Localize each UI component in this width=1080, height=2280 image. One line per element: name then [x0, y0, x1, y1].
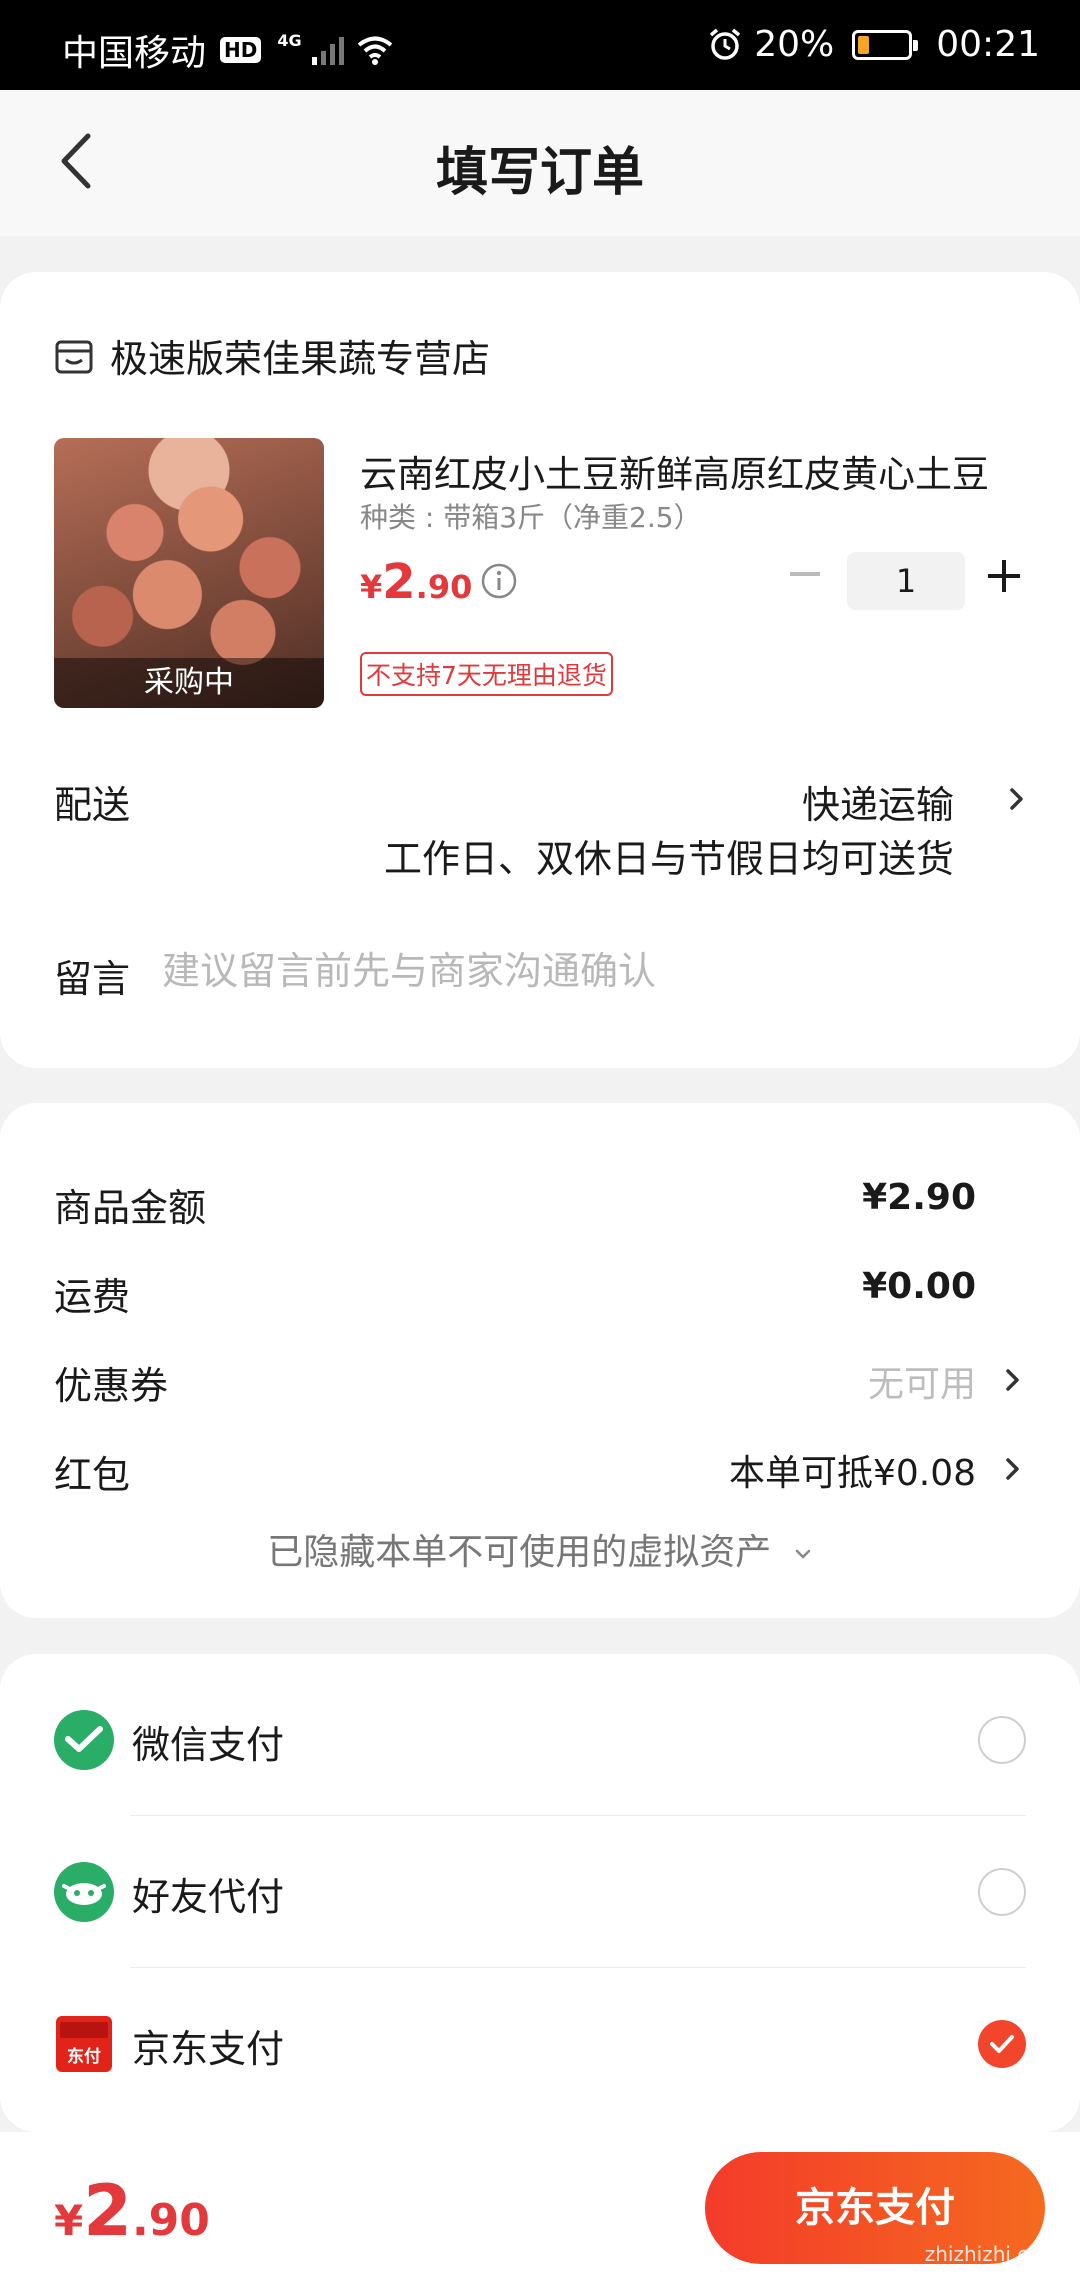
payment-label-wechat: 微信支付: [132, 1722, 285, 1767]
nav-bar: 填写订单: [0, 90, 1080, 236]
shipping-label: 运费: [54, 1275, 131, 1319]
summary-row-goods: 商品金额 ¥2.90: [54, 1177, 1026, 1237]
delivery-note: 工作日、双休日与节假日均可送货: [383, 837, 954, 881]
product-price: ¥2.90: [360, 554, 472, 610]
wechat-pay-icon: [54, 1709, 114, 1770]
network-type: 4G: [277, 30, 302, 50]
total-symbol: ¥: [54, 2196, 84, 2245]
payment-option-wechat[interactable]: 微信支付: [54, 1664, 1026, 1815]
radio-jd[interactable]: [978, 2019, 1026, 2068]
quantity-decrease-button[interactable]: [790, 572, 820, 576]
payment-option-friend[interactable]: 好友代付: [54, 1816, 1026, 1967]
chevron-right-icon: [1006, 1458, 1019, 1480]
payment-label-friend: 好友代付: [132, 1874, 285, 1919]
signal-icon: [311, 37, 344, 65]
message-label: 留言: [54, 957, 131, 1001]
friend-pay-icon: [54, 1861, 114, 1922]
red-packet-label: 红包: [54, 1453, 131, 1497]
hidden-assets-text: 已隐藏本单不可使用的虚拟资产: [267, 1532, 772, 1573]
alarm-icon: [710, 28, 741, 60]
check-icon: [990, 2034, 1014, 2053]
watermark: zhizhizhi.com: [924, 2242, 1060, 2266]
purchasing-label: 采购中: [54, 658, 324, 708]
status-right: 20% 00:21: [708, 24, 1040, 65]
product-title: 云南红皮小土豆新鲜高原红皮黄心土豆: [360, 453, 989, 496]
payment-label-jd: 京东支付: [132, 2026, 285, 2071]
quantity-increase-button[interactable]: [988, 560, 1020, 592]
info-icon[interactable]: [480, 562, 518, 600]
battery-percent: 20%: [754, 24, 835, 65]
jd-pay-icon: 东付: [56, 2015, 112, 2072]
coupon-label: 优惠券: [54, 1364, 169, 1408]
store-icon: [55, 340, 93, 373]
total-decimal: .90: [131, 2195, 210, 2246]
total-price: ¥2.90: [54, 2170, 210, 2252]
status-bar: 中国移动 HD 4G 20% 00:21: [0, 0, 1080, 90]
chevron-down-icon: [795, 1549, 810, 1559]
wifi-icon: [357, 36, 392, 65]
red-packet-value: 本单可抵¥0.08: [728, 1453, 976, 1494]
status-left: 中国移动 HD 4G: [62, 24, 394, 76]
price-decimal: .90: [415, 568, 473, 606]
product-image[interactable]: 采购中: [54, 438, 324, 708]
summary-row-red-packet[interactable]: 红包 本单可抵¥0.08: [54, 1444, 1026, 1504]
summary-row-coupon[interactable]: 优惠券 无可用: [54, 1355, 1026, 1415]
chevron-right-icon: [1006, 1369, 1019, 1391]
quantity-value[interactable]: 1: [847, 552, 965, 610]
jd-icon-text: 东付: [67, 2046, 101, 2067]
page-title: 填写订单: [435, 143, 644, 203]
radio-friend[interactable]: [978, 1867, 1026, 1916]
price-symbol: ¥: [360, 568, 383, 606]
summary-row-shipping: 运费 ¥0.00: [54, 1266, 1026, 1326]
coupon-value: 无可用: [867, 1364, 976, 1405]
price-integer: 2: [382, 554, 416, 610]
shipping-value: ¥0.00: [862, 1266, 976, 1307]
battery-icon: [852, 29, 919, 60]
message-input[interactable]: [162, 944, 1022, 998]
goods-amount-label: 商品金额: [54, 1186, 207, 1230]
return-policy-badge: 不支持7天无理由退货: [360, 652, 613, 696]
product-card: 极速版荣佳果蔬专营店 采购中 云南红皮小土豆新鲜高原红皮黄心土豆 种类 : 带箱…: [0, 272, 1080, 1068]
product-spec: 种类 : 带箱3斤（净重2.5）: [360, 501, 702, 534]
total-integer: 2: [83, 2170, 132, 2252]
shop-name: 极速版荣佳果蔬专营店: [110, 337, 491, 381]
delivery-label: 配送: [54, 783, 131, 827]
chevron-right-icon[interactable]: [1004, 786, 1030, 812]
goods-amount-value: ¥2.90: [862, 1177, 976, 1218]
clock: 00:21: [936, 24, 1040, 65]
hd-badge: HD: [220, 37, 262, 63]
bottom-bar: ¥2.90 京东支付 zhizhizhi.com: [0, 2132, 1080, 2280]
carrier-name: 中国移动: [62, 33, 207, 74]
payment-option-jd[interactable]: 东付 京东支付: [54, 1968, 1026, 2119]
delivery-method[interactable]: 快递运输: [802, 774, 954, 829]
shop-row[interactable]: 极速版荣佳果蔬专营店: [54, 328, 490, 383]
radio-wechat[interactable]: [978, 1715, 1026, 1764]
summary-card: 商品金额 ¥2.90 运费 ¥0.00 优惠券 无可用 红包 本单可抵¥0.08…: [0, 1103, 1080, 1618]
hidden-assets-toggle[interactable]: 已隐藏本单不可使用的虚拟资产: [0, 1523, 1080, 1575]
payment-card: 微信支付 好友代付 东付 京东支付: [0, 1654, 1080, 2132]
